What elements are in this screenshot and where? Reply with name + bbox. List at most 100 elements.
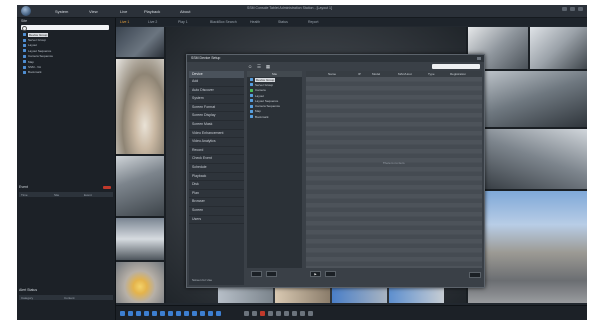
setup-nav-item[interactable]: Screen Mask xyxy=(189,121,244,130)
event-col-site[interactable]: Site xyxy=(54,193,59,197)
toolbar-button-icon[interactable] xyxy=(160,311,165,316)
device-grid: Name IP Model MAC/Host Type Registration… xyxy=(306,71,482,268)
col-registration[interactable]: Registration xyxy=(450,72,466,76)
toolbar-button-icon[interactable] xyxy=(192,311,197,316)
device-tree-label: Layout Sequence xyxy=(255,98,279,103)
setup-nav-item[interactable]: Screen Display xyxy=(189,112,244,121)
setup-nav-item[interactable]: Disk xyxy=(189,181,244,190)
folder-icon xyxy=(250,94,253,98)
minimize-icon[interactable] xyxy=(562,7,567,11)
folder-icon xyxy=(23,65,26,69)
setup-nav-item[interactable]: Browser xyxy=(189,198,244,207)
camera-tile[interactable] xyxy=(116,156,164,216)
setup-nav-item[interactable]: Plan xyxy=(189,190,244,199)
toolbar-button-icon[interactable] xyxy=(284,311,289,316)
user-icon[interactable]: ☺ xyxy=(247,64,253,69)
setup-nav-item[interactable]: Record xyxy=(189,147,244,156)
toolbar-button-icon[interactable] xyxy=(300,311,305,316)
toolbar-button-icon[interactable] xyxy=(308,311,313,316)
alarm-col-category[interactable]: Category xyxy=(21,296,33,300)
camera-tile[interactable] xyxy=(116,59,164,154)
setup-nav-item[interactable]: Playback xyxy=(189,173,244,182)
site-panel-title: Site xyxy=(21,19,28,23)
play-icon[interactable]: ▶ xyxy=(310,271,321,277)
col-name[interactable]: Name xyxy=(328,72,336,76)
close-icon[interactable] xyxy=(578,7,583,11)
toolbar-button-icon[interactable] xyxy=(244,311,249,316)
toolbar-button-icon[interactable] xyxy=(184,311,189,316)
folder-icon xyxy=(250,83,253,87)
toolbar-button-icon[interactable] xyxy=(128,311,133,316)
grid-icon[interactable]: ▦ xyxy=(265,64,271,69)
alarm-col-content[interactable]: Content xyxy=(64,296,75,300)
toolbar-button-icon[interactable] xyxy=(216,311,221,316)
toolbar-button-icon[interactable] xyxy=(176,311,181,316)
setup-nav-footer[interactable]: Screen for Use xyxy=(189,278,247,282)
site-search-input[interactable] xyxy=(21,25,109,31)
tab-status[interactable]: Status xyxy=(275,19,291,25)
col-ip[interactable]: IP xyxy=(358,72,361,76)
setup-nav-item[interactable]: Video Enhancement xyxy=(189,130,244,139)
tab-report[interactable]: Report xyxy=(305,19,322,25)
site-tree-item[interactable]: Bookmark xyxy=(23,70,111,75)
toolbar-button-icon[interactable] xyxy=(268,311,273,316)
setup-nav-item[interactable]: Auto Discover xyxy=(189,87,244,96)
tree-next-button[interactable] xyxy=(266,271,277,277)
camera-tile[interactable] xyxy=(530,27,587,69)
camera-tile[interactable] xyxy=(116,218,164,260)
site-tree-label: Layout Sequence xyxy=(28,48,52,53)
setup-nav-item[interactable]: Users xyxy=(189,216,244,225)
col-type[interactable]: Type xyxy=(428,72,435,76)
tab-health[interactable]: Health xyxy=(247,19,263,25)
setup-nav-item[interactable]: Schedule xyxy=(189,164,244,173)
toolbar-button-icon[interactable] xyxy=(276,311,281,316)
dialog-close-icon[interactable] xyxy=(477,57,481,60)
tree-prev-button[interactable] xyxy=(251,271,262,277)
toolbar-button-icon[interactable] xyxy=(260,311,265,316)
toolbar-button-icon[interactable] xyxy=(144,311,149,316)
toolbar-button-icon[interactable] xyxy=(136,311,141,316)
col-model[interactable]: Model xyxy=(372,72,380,76)
app-logo-icon xyxy=(21,6,31,16)
toolbar-button-icon[interactable] xyxy=(152,311,157,316)
setup-nav-list: Add Auto Discover System Screen Format Scree… xyxy=(189,78,244,225)
maximize-icon[interactable] xyxy=(570,7,575,11)
grid-option-button[interactable] xyxy=(325,271,336,277)
setup-nav-item[interactable]: Check Event xyxy=(189,155,244,164)
camera-tile[interactable] xyxy=(116,27,164,57)
dialog-search-input[interactable] xyxy=(432,64,480,69)
setup-nav-item[interactable]: Video Analytics xyxy=(189,138,244,147)
camera-tile[interactable] xyxy=(468,129,587,189)
event-col-time[interactable]: Time xyxy=(21,193,28,197)
device-tree-label: Server Group xyxy=(255,82,274,87)
dialog-ok-button[interactable] xyxy=(469,272,481,278)
camera-tile[interactable] xyxy=(468,71,587,127)
filter-icon[interactable]: ☰ xyxy=(256,64,262,69)
menu-system[interactable]: System xyxy=(55,9,68,14)
tab-live-1[interactable]: Live 1 xyxy=(117,19,132,25)
folder-icon xyxy=(23,54,26,58)
tab-live-2[interactable]: Live 2 xyxy=(145,19,160,25)
setup-nav-item[interactable]: Add xyxy=(189,78,244,87)
setup-nav-item[interactable]: System xyxy=(189,95,244,104)
setup-nav-item[interactable]: Screen xyxy=(189,207,244,216)
camera-tile[interactable] xyxy=(116,262,164,303)
menu-playback[interactable]: Playback xyxy=(144,9,160,14)
toolbar-button-icon[interactable] xyxy=(168,311,173,316)
menu-about[interactable]: About xyxy=(180,9,190,14)
tab-blackbox-search[interactable]: BlackBox Search xyxy=(207,19,240,25)
menu-view[interactable]: View xyxy=(89,9,98,14)
device-tree-item[interactable]: Bookmark xyxy=(247,114,302,119)
toolbar-button-icon[interactable] xyxy=(200,311,205,316)
setup-nav-item[interactable]: Screen Format xyxy=(189,104,244,113)
col-mac[interactable]: MAC/Host xyxy=(398,72,412,76)
toolbar-button-icon[interactable] xyxy=(208,311,213,316)
toolbar-button-icon[interactable] xyxy=(292,311,297,316)
toolbar-button-icon[interactable] xyxy=(120,311,125,316)
menu-live[interactable]: Live xyxy=(120,9,127,14)
tab-play-1[interactable]: Play 1 xyxy=(175,19,191,25)
device-tree-label: Device Group xyxy=(255,77,276,82)
camera-tile-street[interactable] xyxy=(468,191,587,303)
toolbar-button-icon[interactable] xyxy=(252,311,257,316)
event-col-event[interactable]: Event xyxy=(84,193,92,197)
